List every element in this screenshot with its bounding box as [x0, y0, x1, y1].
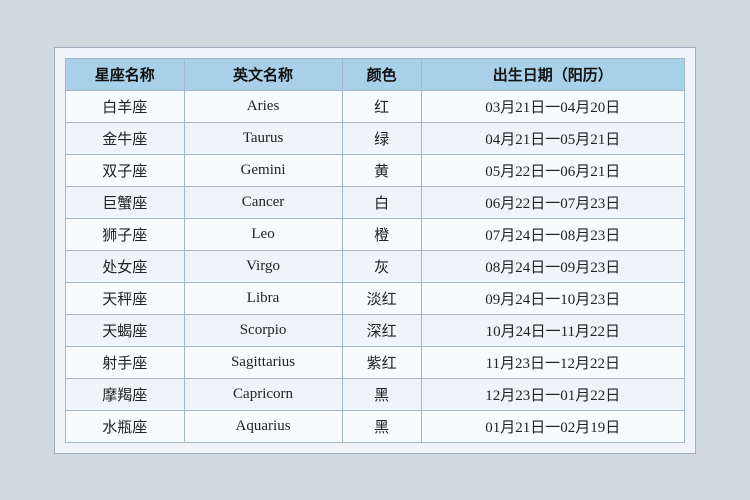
cell-dates: 07月24日一08月23日	[421, 218, 684, 250]
cell-color: 灰	[342, 250, 421, 282]
cell-english-name: Aries	[184, 90, 342, 122]
table-row: 巨蟹座Cancer白06月22日一07月23日	[66, 186, 685, 218]
cell-english-name: Scorpio	[184, 314, 342, 346]
cell-dates: 12月23日一01月22日	[421, 378, 684, 410]
cell-color: 黄	[342, 154, 421, 186]
table-row: 天蝎座Scorpio深红10月24日一11月22日	[66, 314, 685, 346]
cell-color: 黑	[342, 378, 421, 410]
cell-chinese-name: 摩羯座	[66, 378, 185, 410]
cell-chinese-name: 水瓶座	[66, 410, 185, 442]
cell-english-name: Capricorn	[184, 378, 342, 410]
cell-english-name: Cancer	[184, 186, 342, 218]
cell-chinese-name: 双子座	[66, 154, 185, 186]
cell-english-name: Sagittarius	[184, 346, 342, 378]
cell-chinese-name: 巨蟹座	[66, 186, 185, 218]
table-row: 天秤座Libra淡红09月24日一10月23日	[66, 282, 685, 314]
header-color: 颜色	[342, 58, 421, 90]
cell-color: 绿	[342, 122, 421, 154]
cell-english-name: Taurus	[184, 122, 342, 154]
cell-dates: 10月24日一11月22日	[421, 314, 684, 346]
cell-english-name: Leo	[184, 218, 342, 250]
cell-color: 紫红	[342, 346, 421, 378]
header-chinese-name: 星座名称	[66, 58, 185, 90]
table-row: 白羊座Aries红03月21日一04月20日	[66, 90, 685, 122]
header-dates: 出生日期（阳历）	[421, 58, 684, 90]
cell-chinese-name: 天蝎座	[66, 314, 185, 346]
zodiac-table: 星座名称 英文名称 颜色 出生日期（阳历） 白羊座Aries红03月21日一04…	[65, 58, 685, 443]
cell-dates: 11月23日一12月22日	[421, 346, 684, 378]
cell-dates: 05月22日一06月21日	[421, 154, 684, 186]
table-row: 双子座Gemini黄05月22日一06月21日	[66, 154, 685, 186]
cell-chinese-name: 天秤座	[66, 282, 185, 314]
cell-dates: 06月22日一07月23日	[421, 186, 684, 218]
table-row: 处女座Virgo灰08月24日一09月23日	[66, 250, 685, 282]
cell-color: 黑	[342, 410, 421, 442]
cell-color: 红	[342, 90, 421, 122]
table-row: 狮子座Leo橙07月24日一08月23日	[66, 218, 685, 250]
table-header-row: 星座名称 英文名称 颜色 出生日期（阳历）	[66, 58, 685, 90]
cell-color: 深红	[342, 314, 421, 346]
cell-dates: 04月21日一05月21日	[421, 122, 684, 154]
table-row: 射手座Sagittarius紫红11月23日一12月22日	[66, 346, 685, 378]
header-english-name: 英文名称	[184, 58, 342, 90]
cell-chinese-name: 狮子座	[66, 218, 185, 250]
table-row: 金牛座Taurus绿04月21日一05月21日	[66, 122, 685, 154]
cell-english-name: Aquarius	[184, 410, 342, 442]
cell-dates: 09月24日一10月23日	[421, 282, 684, 314]
cell-english-name: Gemini	[184, 154, 342, 186]
zodiac-table-container: 星座名称 英文名称 颜色 出生日期（阳历） 白羊座Aries红03月21日一04…	[54, 47, 696, 454]
table-row: 摩羯座Capricorn黑12月23日一01月22日	[66, 378, 685, 410]
cell-color: 淡红	[342, 282, 421, 314]
table-row: 水瓶座Aquarius黑01月21日一02月19日	[66, 410, 685, 442]
cell-color: 白	[342, 186, 421, 218]
cell-english-name: Virgo	[184, 250, 342, 282]
cell-chinese-name: 金牛座	[66, 122, 185, 154]
cell-color: 橙	[342, 218, 421, 250]
table-body: 白羊座Aries红03月21日一04月20日金牛座Taurus绿04月21日一0…	[66, 90, 685, 442]
cell-chinese-name: 白羊座	[66, 90, 185, 122]
cell-dates: 08月24日一09月23日	[421, 250, 684, 282]
cell-dates: 03月21日一04月20日	[421, 90, 684, 122]
cell-chinese-name: 射手座	[66, 346, 185, 378]
cell-dates: 01月21日一02月19日	[421, 410, 684, 442]
cell-chinese-name: 处女座	[66, 250, 185, 282]
cell-english-name: Libra	[184, 282, 342, 314]
